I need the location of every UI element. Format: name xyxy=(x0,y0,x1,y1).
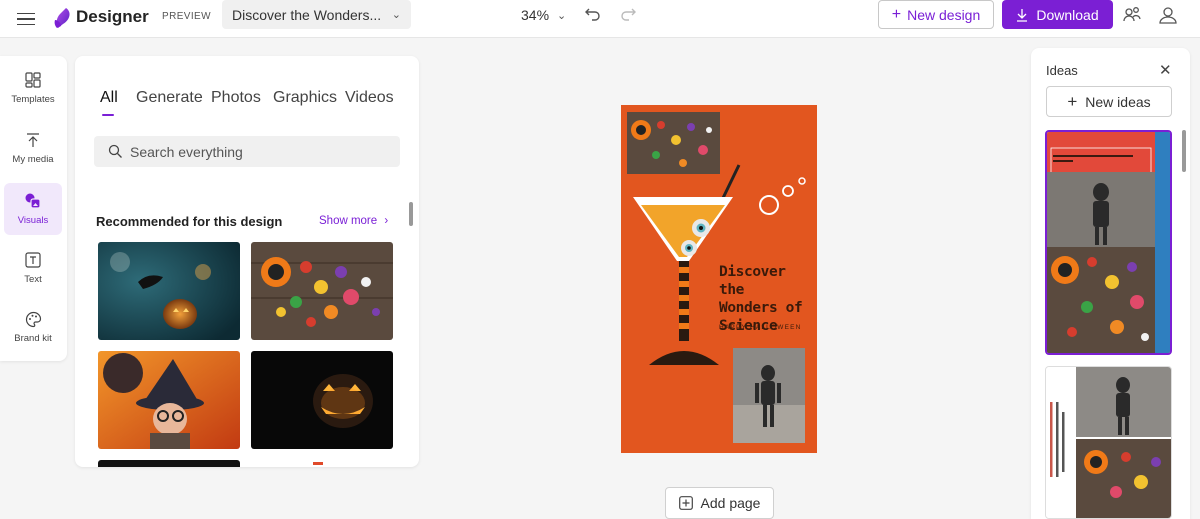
tab-videos[interactable]: Videos xyxy=(345,89,394,107)
design-subline[interactable]: HAPPY HALLOWEEN xyxy=(719,324,802,331)
add-page-button[interactable]: Add page xyxy=(665,487,774,519)
download-button[interactable]: Download xyxy=(1002,0,1113,29)
document-title-dropdown[interactable]: Discover the Wonders... ⌄ xyxy=(222,0,411,29)
rail-label: Brand kit xyxy=(14,333,52,344)
image-result-partial-accent xyxy=(313,462,323,465)
search-box[interactable] xyxy=(94,136,400,167)
app-name: Designer xyxy=(76,7,149,26)
undo-icon[interactable] xyxy=(584,5,602,23)
idea-card[interactable] xyxy=(1045,366,1172,519)
rail-item-brand-kit[interactable]: Brand kit xyxy=(4,301,62,353)
text-icon xyxy=(24,251,42,269)
ideas-panel: Ideas ✕ + New ideas xyxy=(1031,48,1190,519)
tab-graphics[interactable]: Graphics xyxy=(273,89,337,107)
new-ideas-button[interactable]: + New ideas xyxy=(1046,86,1172,117)
close-icon[interactable]: ✕ xyxy=(1159,61,1172,79)
chevron-down-icon: ⌄ xyxy=(391,9,401,21)
designer-logo xyxy=(52,6,74,30)
rail-label: Templates xyxy=(11,94,55,105)
chevron-down-icon: ⌄ xyxy=(557,9,567,22)
visuals-panel: All Generate Photos Graphics Videos Reco… xyxy=(75,56,419,467)
rail-item-templates[interactable]: Templates xyxy=(4,62,62,114)
tab-photos[interactable]: Photos xyxy=(211,89,261,107)
scrollbar[interactable] xyxy=(1182,130,1186,172)
active-tab-indicator xyxy=(102,114,114,116)
rail-item-visuals[interactable]: Visuals xyxy=(4,183,62,235)
new-ideas-label: New ideas xyxy=(1085,93,1151,110)
search-icon xyxy=(108,144,122,158)
rail-item-my-media[interactable]: My media xyxy=(4,122,62,174)
zoom-dropdown[interactable]: 34% ⌄ xyxy=(521,7,566,23)
image-result-partial[interactable] xyxy=(98,460,240,467)
palette-icon xyxy=(24,310,42,328)
tab-generate[interactable]: Generate xyxy=(136,89,203,107)
profile-icon[interactable] xyxy=(1156,3,1180,27)
download-icon xyxy=(1017,8,1028,22)
download-label: Download xyxy=(1036,6,1099,23)
image-result-jack-o-lantern[interactable] xyxy=(251,351,393,449)
search-input[interactable] xyxy=(130,143,390,160)
show-more-link[interactable]: Show more › xyxy=(319,215,388,227)
share-icon[interactable] xyxy=(1121,4,1143,26)
templates-icon xyxy=(24,71,42,89)
top-bar: Designer PREVIEW Discover the Wonders...… xyxy=(0,0,1200,38)
idea-card[interactable] xyxy=(1045,130,1172,355)
plus-icon: + xyxy=(891,5,902,23)
add-page-icon xyxy=(678,496,693,510)
document-title: Discover the Wonders... xyxy=(232,6,382,23)
zoom-level: 34% xyxy=(521,7,550,23)
image-result-partial[interactable] xyxy=(251,460,393,467)
scrollbar[interactable] xyxy=(409,202,413,226)
chevron-right-icon: › xyxy=(384,215,389,227)
preview-badge: PREVIEW xyxy=(162,11,211,22)
image-result-candy[interactable] xyxy=(251,242,393,340)
rail-label: Visuals xyxy=(17,215,49,226)
design-page[interactable]: Discover the Wonders of Science HAPPY HA… xyxy=(621,105,817,453)
show-more-label: Show more xyxy=(319,215,378,227)
menu-icon[interactable] xyxy=(16,9,36,29)
left-rail: Templates My media Visuals Text Brand ki… xyxy=(0,56,67,361)
add-page-label: Add page xyxy=(700,495,761,511)
rail-item-text[interactable]: Text xyxy=(4,242,62,294)
ideas-title: Ideas xyxy=(1046,63,1078,78)
plus-icon: + xyxy=(1067,91,1078,111)
new-design-label: New design xyxy=(907,6,981,23)
rail-label: Text xyxy=(24,274,42,285)
image-result-pumpkin-teal[interactable] xyxy=(98,242,240,340)
section-title: Recommended for this design xyxy=(96,214,283,229)
redo-icon[interactable] xyxy=(619,5,637,23)
tab-all[interactable]: All xyxy=(100,89,118,107)
visuals-icon xyxy=(24,192,42,210)
upload-icon xyxy=(24,131,42,149)
image-result-wizard-child[interactable] xyxy=(98,351,240,449)
rail-label: My media xyxy=(12,154,54,165)
new-design-button[interactable]: + New design xyxy=(878,0,994,29)
